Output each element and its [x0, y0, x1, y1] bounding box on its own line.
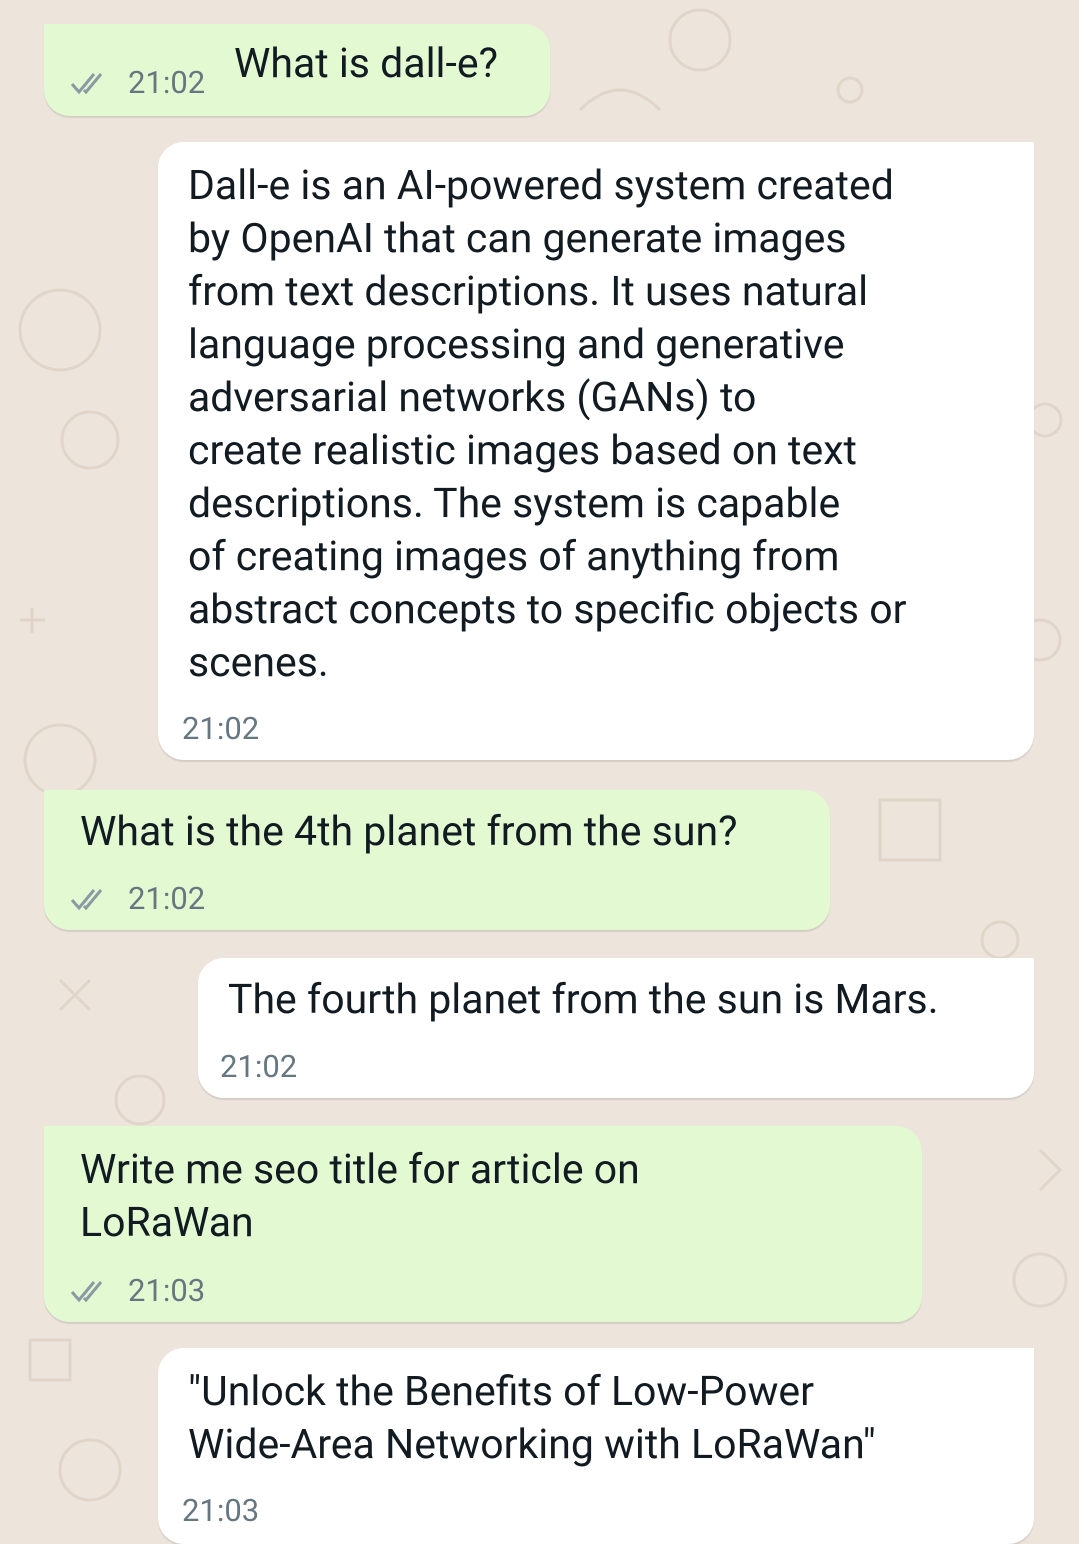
double-check-icon — [70, 1280, 103, 1302]
message-meta: 21:03 — [70, 1272, 205, 1309]
message-time: 21:02 — [128, 64, 206, 101]
message-time: 21:02 — [182, 710, 260, 747]
message-text: The fourth planet from the sun is Mars. — [228, 976, 939, 1024]
message-bubble-received[interactable]: Dall-e is an AI-powered system created b… — [158, 142, 1034, 760]
message-time: 21:03 — [182, 1492, 260, 1529]
message-bubble-sent[interactable]: Write me seo title for article on LoRaWa… — [44, 1126, 922, 1322]
message-time: 21:03 — [128, 1272, 206, 1309]
message-text: "Unlock the Benefits of Low-Power Wide-A… — [188, 1368, 876, 1469]
message-time: 21:02 — [128, 880, 206, 917]
double-check-icon — [70, 72, 103, 94]
message-meta: 21:03 — [182, 1492, 259, 1529]
message-meta: 21:02 — [70, 64, 205, 101]
double-check-icon — [70, 888, 103, 910]
message-time: 21:02 — [220, 1048, 298, 1085]
message-text: Dall-e is an AI-powered system created b… — [188, 162, 907, 687]
message-meta: 21:02 — [220, 1048, 297, 1085]
message-text: What is the 4th planet from the sun? — [80, 808, 738, 856]
message-bubble-received[interactable]: "Unlock the Benefits of Low-Power Wide-A… — [158, 1348, 1034, 1544]
message-bubble-received[interactable]: The fourth planet from the sun is Mars. … — [198, 958, 1034, 1098]
message-text: Write me seo title for article on LoRaWa… — [80, 1146, 640, 1247]
message-bubble-sent[interactable]: What is the 4th planet from the sun? 21:… — [44, 790, 830, 930]
message-text: What is dall-e? — [234, 40, 498, 88]
message-bubble-sent[interactable]: 21:02 What is dall-e? — [44, 24, 550, 116]
message-meta: 21:02 — [70, 880, 205, 917]
message-meta: 21:02 — [182, 710, 259, 747]
